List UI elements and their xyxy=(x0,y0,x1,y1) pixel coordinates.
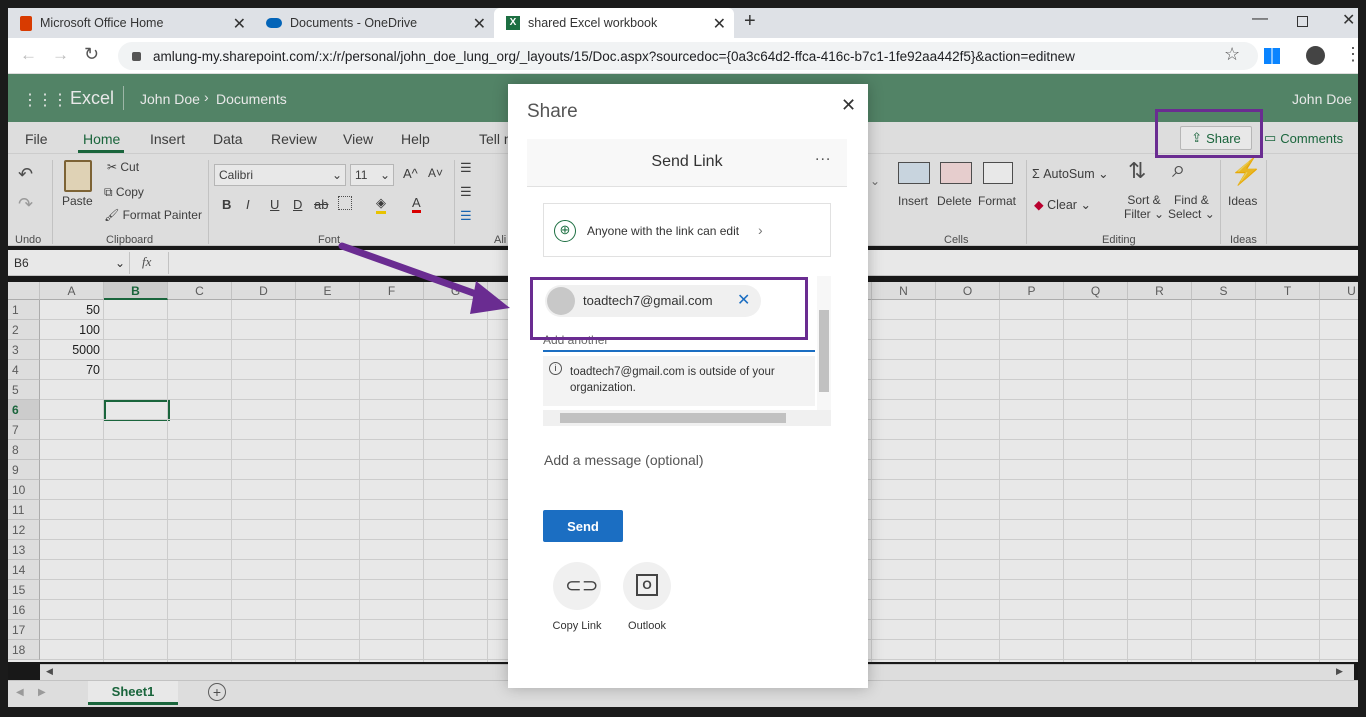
send-link-title: Send Link xyxy=(651,153,723,170)
windows-extension-icon[interactable] xyxy=(1264,48,1280,64)
browser-tab-label: Microsoft Office Home xyxy=(40,16,164,30)
bookmark-star-icon[interactable]: ☆ xyxy=(1224,44,1240,65)
browser-menu-icon[interactable]: ⋮ xyxy=(1344,44,1362,65)
browser-tab-label: shared Excel workbook xyxy=(528,16,658,30)
forward-icon[interactable]: → xyxy=(52,45,69,65)
share-dialog: Share ✕ Send Link ... ⊕ Anyone with the … xyxy=(508,84,868,688)
scrollbar-thumb[interactable] xyxy=(560,413,786,423)
browser-tab-office-home[interactable]: Microsoft Office Home ✕ xyxy=(8,8,254,38)
url-text: amlung-my.sharepoint.com/:x:/r/personal/… xyxy=(153,48,1075,64)
recipient-highlight-box xyxy=(530,277,808,340)
excel-logo-icon: X xyxy=(506,16,520,30)
browser-tab-label: Documents - OneDrive xyxy=(290,16,418,30)
chevron-right-icon: › xyxy=(758,222,763,238)
close-dialog-icon[interactable]: ✕ xyxy=(841,95,856,116)
lock-icon xyxy=(132,51,141,61)
onedrive-cloud-icon xyxy=(266,18,282,28)
input-underline xyxy=(543,350,815,352)
new-tab-icon[interactable]: + xyxy=(744,10,756,33)
outlook-icon: O xyxy=(636,574,658,596)
share-highlight-box xyxy=(1155,109,1263,158)
send-button[interactable]: Send xyxy=(543,510,623,542)
link-icon: ⊂⊃ xyxy=(565,575,599,597)
close-tab-icon[interactable]: ✕ xyxy=(233,14,246,34)
browser-tab-excel[interactable]: X shared Excel workbook ✕ xyxy=(494,8,734,38)
close-window-icon[interactable]: ✕ xyxy=(1342,10,1355,30)
field-horizontal-scrollbar[interactable] xyxy=(543,410,831,426)
back-icon[interactable]: ← xyxy=(20,45,37,65)
globe-icon: ⊕ xyxy=(554,220,576,242)
copy-link-button[interactable]: ⊂⊃ xyxy=(553,562,601,610)
send-link-header: Send Link ... xyxy=(527,139,847,187)
browser-tab-onedrive[interactable]: Documents - OneDrive ✕ xyxy=(254,8,494,38)
outlook-label[interactable]: Outlook xyxy=(607,620,687,632)
arrow-shaft xyxy=(338,242,494,303)
close-tab-icon[interactable]: ✕ xyxy=(473,14,486,34)
url-bar[interactable]: amlung-my.sharepoint.com/:x:/r/personal/… xyxy=(118,42,1258,70)
external-warning-text: toadtech7@gmail.com is outside of your o… xyxy=(570,366,775,394)
arrow-head xyxy=(470,281,510,314)
outlook-button[interactable]: O xyxy=(623,562,671,610)
copy-link-label[interactable]: Copy Link xyxy=(537,620,617,632)
field-vertical-scrollbar[interactable] xyxy=(817,276,831,410)
browser-toolbar: ← → ↻ amlung-my.sharepoint.com/:x:/r/per… xyxy=(8,38,1362,74)
reload-icon[interactable]: ↻ xyxy=(84,44,99,65)
close-tab-icon[interactable]: ✕ xyxy=(713,14,726,34)
message-input[interactable]: Add a message (optional) xyxy=(543,448,831,478)
profile-avatar-icon[interactable] xyxy=(1306,46,1325,65)
office-logo-icon xyxy=(20,15,32,31)
annotation-arrow xyxy=(338,242,510,314)
browser-tab-strip: Microsoft Office Home ✕ Documents - OneD… xyxy=(8,8,1358,38)
message-placeholder: Add a message (optional) xyxy=(544,452,704,468)
info-icon: i xyxy=(549,362,562,375)
link-permission-text: Anyone with the link can edit xyxy=(587,224,740,238)
more-options-icon[interactable]: ... xyxy=(815,147,831,165)
vscroll-thumb[interactable] xyxy=(819,310,829,392)
minimize-window-icon[interactable]: — xyxy=(1252,10,1268,28)
dialog-title: Share xyxy=(527,101,578,122)
link-permission-button[interactable]: ⊕ Anyone with the link can edit › xyxy=(543,203,831,257)
external-warning: i toadtech7@gmail.com is outside of your… xyxy=(543,356,815,406)
maximize-window-icon[interactable] xyxy=(1297,16,1308,27)
